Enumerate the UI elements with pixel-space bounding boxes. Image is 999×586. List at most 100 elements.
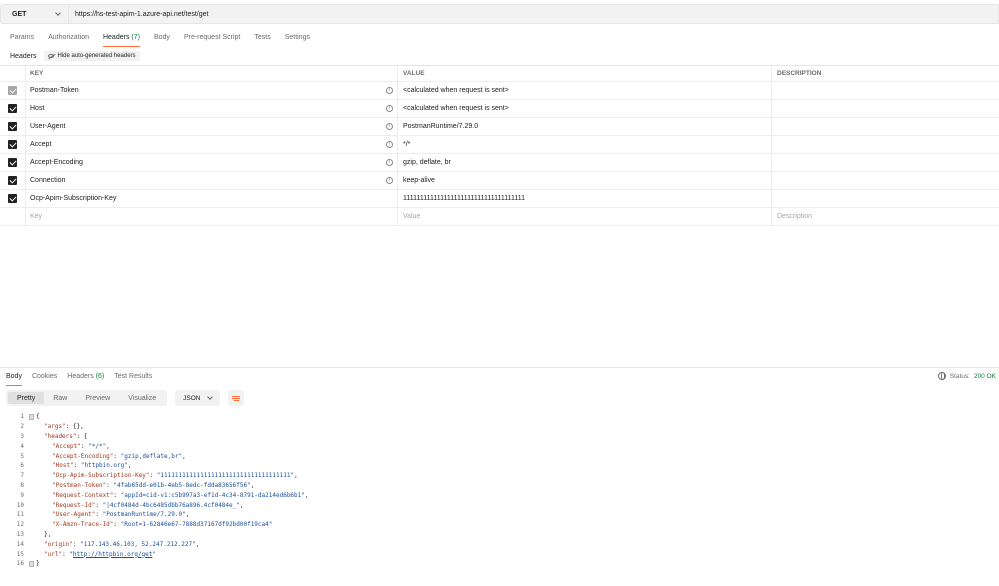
line-number: 8	[20, 481, 24, 489]
header-key-cell[interactable]: Accept-Encoding i	[26, 154, 398, 171]
checkbox-column-header	[0, 66, 26, 81]
view-mode-raw[interactable]: Raw	[44, 392, 76, 404]
header-value-cell[interactable]: <calculated when request is sent>	[398, 82, 772, 99]
table-row: Connection i keep-alive	[0, 172, 999, 190]
header-value-cell[interactable]: gzip, deflate, br	[398, 154, 772, 171]
new-description-input[interactable]: Description	[772, 208, 999, 225]
response-view-controls: Pretty Raw Preview Visualize JSON	[6, 390, 245, 406]
json-string: "gzip,deflate,br"	[120, 452, 183, 460]
json-punctuation: ,	[239, 501, 244, 509]
tab-tests[interactable]: Tests	[254, 33, 270, 47]
header-key-cell[interactable]: Postman-Token i	[26, 82, 398, 99]
format-select[interactable]: JSON	[175, 390, 221, 406]
header-key: Postman-Token	[30, 87, 79, 94]
info-icon[interactable]: i	[386, 177, 393, 184]
view-mode-preview[interactable]: Preview	[76, 392, 119, 404]
json-url-link[interactable]: http://httpbin.org/get	[73, 551, 152, 558]
json-string: "PostmanRuntime/7.29.0"	[102, 511, 186, 519]
globe-icon[interactable]	[937, 372, 946, 380]
view-mode-visualize[interactable]: Visualize	[119, 392, 165, 404]
code-text: "Request-Id": "|4cf0484d-4bc6485dbb76a89…	[36, 502, 244, 509]
response-tab-body[interactable]: Body	[6, 372, 22, 386]
fold-gutter	[26, 560, 36, 567]
header-key-cell[interactable]: Ocp-Apim-Subscription-Key	[26, 190, 398, 207]
json-key: "X-Amzn-Trace-Id"	[52, 521, 114, 529]
header-description-cell[interactable]	[772, 154, 999, 171]
checkbox[interactable]	[8, 176, 17, 185]
checkbox[interactable]	[8, 86, 17, 95]
new-value-input[interactable]: Value	[398, 208, 772, 225]
tab-authorization[interactable]: Authorization	[48, 33, 89, 47]
header-value-cell[interactable]: PostmanRuntime/7.29.0	[398, 118, 772, 135]
json-punctuation: :	[149, 472, 157, 480]
tab-label: Params	[10, 34, 35, 41]
method-select[interactable]: GET	[0, 4, 68, 24]
header-description-cell[interactable]	[772, 136, 999, 153]
json-string: "*/*"	[88, 442, 107, 450]
tab-body[interactable]: Body	[154, 33, 170, 47]
checkbox[interactable]	[8, 158, 17, 167]
info-icon[interactable]: i	[386, 87, 393, 94]
view-mode-pretty[interactable]: Pretty	[8, 392, 45, 404]
json-string: "appId=cid-v1:c5b997a3-ef1d-4c34-8791-da…	[120, 491, 305, 499]
method-label: GET	[12, 10, 27, 18]
status-value[interactable]: 200 OK	[974, 373, 996, 380]
header-value-cell[interactable]: 111111111111111111111111111111111111	[398, 190, 772, 207]
checkbox[interactable]	[8, 104, 17, 113]
header-description-cell[interactable]	[772, 100, 999, 117]
view-mode-group: Pretty Raw Preview Visualize	[6, 390, 168, 406]
response-tab-cookies[interactable]: Cookies	[32, 372, 57, 386]
new-key-input[interactable]: Key	[26, 208, 398, 225]
code-line: 8 "Postman-Token": "4fab65dd-e01b-4eb5-8e…	[0, 481, 999, 491]
hide-auto-headers-button[interactable]: Hide auto-generated headers	[44, 51, 140, 61]
checkbox[interactable]	[8, 122, 17, 131]
tab-settings[interactable]: Settings	[285, 33, 310, 47]
header-value-cell[interactable]: keep-alive	[398, 172, 772, 189]
header-key-cell[interactable]: Host i	[26, 100, 398, 117]
fold-gutter	[26, 413, 36, 420]
status-label: Status:	[949, 372, 970, 380]
tab-headers[interactable]: Headers (7)	[102, 33, 140, 47]
info-icon[interactable]: i	[386, 105, 393, 112]
line-number: 3	[20, 432, 24, 440]
info-icon[interactable]: i	[386, 141, 393, 148]
header-key-cell[interactable]: Accept i	[26, 136, 398, 153]
header-key-cell[interactable]: Connection i	[26, 172, 398, 189]
checkbox[interactable]	[8, 140, 17, 149]
wrap-lines-button[interactable]	[228, 390, 245, 406]
header-description-cell[interactable]	[772, 190, 999, 207]
fold-marker-icon[interactable]	[28, 413, 34, 420]
json-string: "	[152, 550, 157, 558]
json-punctuation: :	[113, 521, 121, 529]
response-body-viewer[interactable]: 1{2 "args": {}, 3 "headers": {4 "Accept": "*…	[0, 412, 999, 569]
code-line: 10 "Request-Id": "|4cf0484d-4bc6485dbb76a…	[0, 500, 999, 510]
header-value-cell[interactable]: */*	[398, 136, 772, 153]
code-line: 1{	[0, 412, 999, 422]
code-text: "origin": "117.143.46.103, 52.247.212.22…	[36, 541, 199, 548]
headers-table: KEY VALUE DESCRIPTION Postman-Token i <cal…	[0, 65, 999, 226]
code-line: 11 "User-Agent": "PostmanRuntime/7.29.0",	[0, 510, 999, 520]
header-key: Ocp-Apim-Subscription-Key	[30, 195, 117, 202]
response-tab-headers[interactable]: Headers (6)	[67, 372, 104, 386]
header-description-cell[interactable]	[772, 82, 999, 99]
line-number: 1	[20, 413, 24, 421]
tab-label: Settings	[284, 34, 310, 41]
checkbox-cell	[0, 136, 26, 153]
header-key-cell[interactable]: User-Agent i	[26, 118, 398, 135]
tab-count: (7)	[131, 34, 140, 41]
fold-marker-icon[interactable]	[28, 560, 34, 567]
header-description-cell[interactable]	[772, 118, 999, 135]
json-punctuation: {	[36, 413, 40, 421]
header-value-cell[interactable]: <calculated when request is sent>	[398, 100, 772, 117]
url-input[interactable]: https://hs-test-apim-1.azure-api.net/tes…	[68, 4, 999, 24]
tab-params[interactable]: Params	[10, 33, 34, 47]
tab-pre-request-script[interactable]: Pre-request Script	[184, 33, 240, 47]
response-divider[interactable]	[0, 367, 999, 368]
response-tab-test-results[interactable]: Test Results	[114, 372, 152, 386]
checkbox[interactable]	[8, 194, 17, 203]
info-icon[interactable]: i	[386, 159, 393, 166]
eye-slash-icon	[48, 54, 55, 58]
header-description-cell[interactable]	[772, 172, 999, 189]
info-icon[interactable]: i	[386, 123, 393, 130]
json-key: "Ocp-Apim-Subscription-Key"	[52, 472, 150, 480]
